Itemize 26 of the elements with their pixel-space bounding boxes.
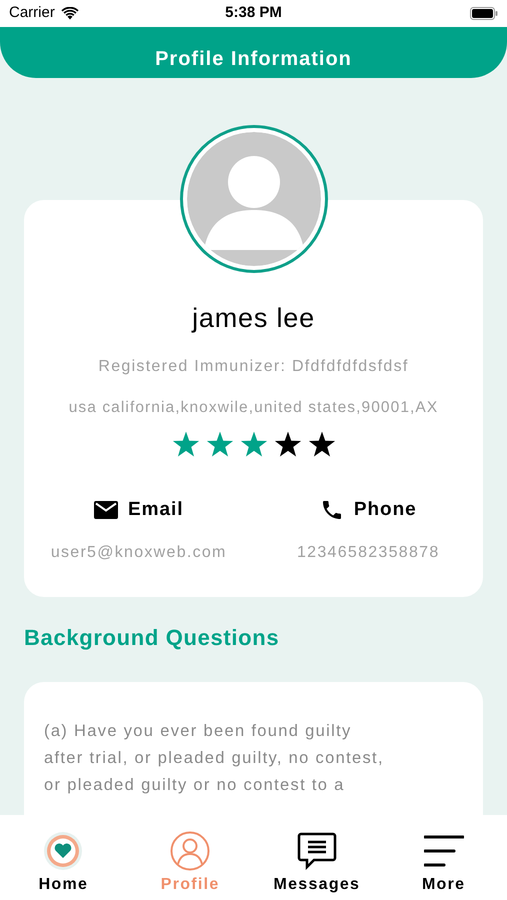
- contact-value: 12346582358878: [297, 543, 440, 564]
- tab-item[interactable]: More: [380, 815, 507, 900]
- battery-icon: [470, 7, 498, 20]
- clock-time: 5:38 PM: [225, 3, 282, 24]
- chat-icon: [296, 832, 337, 870]
- tab-item[interactable]: Messages: [254, 815, 380, 900]
- role-text: Registered Immunizer: Dfdfdfdfdsfdsf: [98, 356, 409, 376]
- star-icon: [274, 430, 302, 458]
- profile-name: james lee: [192, 302, 315, 335]
- star-icon: [240, 430, 268, 458]
- contact-label: Email: [128, 498, 184, 522]
- star-icon: [172, 430, 200, 458]
- menu-icon: [424, 834, 464, 868]
- star-icon: [206, 430, 234, 458]
- wifi-icon: [60, 7, 79, 20]
- address-text: usa california,knoxwile,united states,90001,AX: [68, 398, 438, 418]
- question-text: (a) Have you ever been found guilty after trial, or pleaded guilty, no contest, or pleaded guilty or no contest to a: [44, 721, 385, 796]
- contact-label: Phone: [354, 498, 417, 522]
- profile-icon: [170, 831, 210, 871]
- tab-item[interactable]: Home: [0, 815, 127, 900]
- star-icon: [308, 430, 336, 458]
- header-title: Profile Information: [155, 46, 352, 72]
- mail-icon: [94, 501, 118, 519]
- section-title: Background Questions: [24, 624, 280, 652]
- carrier-label: Carrier: [9, 3, 55, 24]
- contact-value: user5@knoxweb.com: [50, 543, 227, 564]
